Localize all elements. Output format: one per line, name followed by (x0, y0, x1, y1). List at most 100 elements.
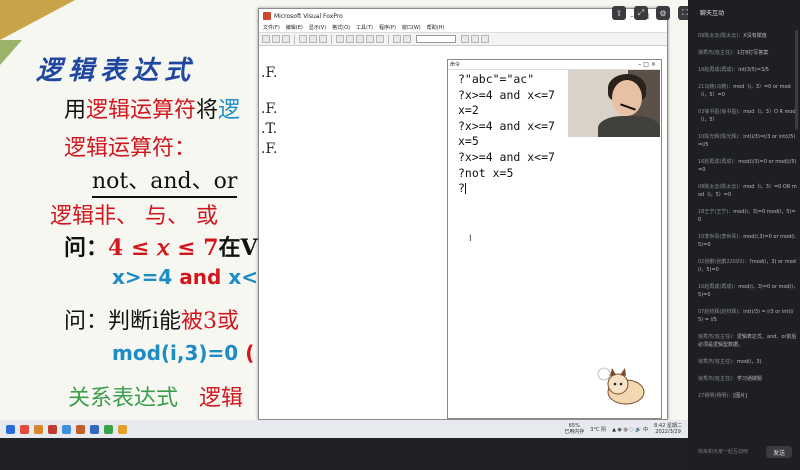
foxpro-app-icon (263, 12, 271, 20)
save-icon[interactable] (282, 35, 290, 43)
menu-tools[interactable]: 工具(T) (356, 24, 373, 31)
help-icon[interactable] (481, 35, 489, 43)
preview-icon[interactable] (309, 35, 317, 43)
database-combo[interactable] (416, 35, 456, 43)
stream-controls: ⇪ ⤢ ⚙ ⛶ (612, 6, 688, 20)
chat-message-text: int(3/5)=3/5 (738, 67, 769, 73)
menu-view[interactable]: 显示(V) (309, 24, 326, 31)
data-session-icon[interactable] (471, 35, 479, 43)
chat-message-list[interactable]: 09陈太云(陈太云)：X没有赋值 徐秀杰(班主任)：1打8打写答案 16赵再成(再成… (698, 32, 798, 409)
new-file-icon[interactable] (262, 35, 270, 43)
slide-text: 关系表达式 (68, 386, 179, 411)
toolbar-separator (388, 34, 389, 44)
chat-message: 03徐书盈(徐书盈)：mod（i，3）O R mod（i，5） (698, 108, 798, 124)
chat-message-text: [图片] (733, 393, 748, 399)
modify-icon[interactable] (403, 35, 411, 43)
menu-help[interactable]: 帮助(H) (427, 24, 445, 31)
taskbar-app-icon[interactable] (90, 424, 99, 434)
memory-label: 已用内存 (564, 429, 585, 435)
paste-icon[interactable] (356, 35, 364, 43)
copy-icon[interactable] (346, 35, 354, 43)
chat-message-user: 16赵再成(再成)： (698, 67, 739, 73)
settings-icon[interactable]: ⚙ (656, 6, 670, 20)
slide-decoration (0, 0, 75, 40)
chat-message-user: 07赵钧辉(赵钧辉)： (698, 309, 744, 315)
slide-text: 逻 (218, 98, 241, 123)
slide-line: 关系表达式 逻辑 (68, 380, 243, 412)
clock[interactable]: 8:42 星期二 2022/3/29 (654, 423, 682, 435)
slide-line: 问：判断i能被3或 (64, 303, 239, 335)
chat-message: 16赵再成(再成)：mod(i/3)=0 or mod(i/5)=0 (698, 158, 798, 174)
chat-message-user: 02张鹏(张鹏22093)： (698, 259, 750, 265)
chat-input[interactable]: 快来和大家一起互动吧 (698, 448, 760, 455)
taskbar-app-icon[interactable] (20, 424, 29, 434)
toolbar-separator (331, 34, 332, 44)
print-icon[interactable] (299, 35, 307, 43)
video-stage: 逻辑表达式 用逻辑运算符将逻 逻辑运算符： not、and、or 逻辑非、 与、… (0, 0, 688, 470)
menu-file[interactable]: 文件(F) (263, 24, 280, 31)
command-line-active[interactable]: ? (458, 181, 661, 197)
clock-date: 2022/3/29 (655, 429, 681, 435)
chat-message: 徐秀杰(班主任)：学习通做题 (698, 375, 798, 383)
menu-edit[interactable]: 编辑(E) (286, 24, 303, 31)
slide-text: 被3或 (181, 309, 240, 334)
chat-message: 27杨明(杨明)：[图片] (698, 392, 798, 400)
window-controls[interactable]: –□× (638, 61, 661, 68)
weather-widget[interactable]: 3°C 阴 (590, 426, 606, 433)
fullscreen-icon[interactable]: ⛶ (678, 6, 688, 20)
open-file-icon[interactable] (272, 35, 280, 43)
foxpro-taskbar-icon[interactable] (76, 424, 85, 434)
chat-message: 16赵再成(再成)：int(3/5)=3/5 (698, 66, 798, 74)
output-value: .T. (261, 121, 278, 137)
chat-message-user: 16赵再成(再成)： (698, 159, 739, 165)
chat-message: 徐秀杰(班主任)：逻辑表达式、and、or前后必须是逻辑型数据。 (698, 333, 798, 349)
tray-icons[interactable]: ▲ ◉ ◍ ◌ 🔊 中 (612, 426, 648, 433)
chat-message: 09陈太云(陈太云)：mod（i，3）=0 OR mod（i，5）=0 (698, 183, 798, 199)
taskbar-app-icon[interactable] (118, 424, 127, 434)
chat-message-user: 10陈光辉(陈光辉)： (698, 134, 744, 140)
chat-message-user: 09陈太云(陈太云)： (698, 33, 744, 39)
redo-icon[interactable] (376, 35, 384, 43)
start-icon[interactable] (6, 424, 15, 434)
vfp-titlebar[interactable]: Microsoft Visual FoxPro – □ × (259, 9, 667, 23)
slide-line: 逻辑运算符： (64, 136, 197, 161)
slide-code: ( (238, 341, 255, 365)
chat-message-user: 09陈太云(陈太云)： (698, 184, 744, 190)
chat-message-text: 学习通做题 (736, 376, 762, 382)
taskbar-app-icon[interactable] (34, 424, 43, 434)
taskbar-app-icon[interactable] (104, 424, 113, 434)
webcam-person-face (612, 80, 642, 116)
send-button[interactable]: 发送 (766, 446, 792, 458)
chat-message: 16赵再成(再成)：mod(i，3)=0 or mod(i，5)=0 (698, 283, 798, 299)
menu-window[interactable]: 窗口(W) (402, 24, 421, 31)
chat-message-user: 徐秀杰(班主任)： (698, 359, 737, 365)
slide-code: x< (221, 265, 258, 289)
memory-indicator[interactable]: 65% 已用内存 (564, 423, 584, 435)
slide-text: 在V (218, 235, 258, 261)
webcam-person-body (598, 116, 660, 137)
chat-message-user: 18王宁(王宁)： (698, 209, 734, 215)
spell-icon[interactable] (319, 35, 327, 43)
vfp-toolbar (259, 33, 667, 46)
slide-math: 4 ≤ 𝑥 ≤ 7 (108, 235, 219, 261)
undo-icon[interactable] (366, 35, 374, 43)
output-value: .F. (261, 101, 278, 117)
share-icon[interactable]: ⇪ (612, 6, 626, 20)
chat-message: 09陈太云(陈太云)：X没有赋值 (698, 32, 798, 40)
chat-message: 徐秀杰(班主任)：1打8打写答案 (698, 49, 798, 57)
command-window-icon[interactable] (461, 35, 469, 43)
cut-icon[interactable] (336, 35, 344, 43)
menu-program[interactable]: 程序(P) (379, 24, 396, 31)
chat-scrollbar[interactable] (795, 30, 798, 130)
taskbar-app-icon[interactable] (48, 424, 57, 434)
chat-message: 徐秀杰(班主任)：mod(i，3) (698, 358, 798, 366)
slide-line: 逻辑非、 与、 或 (50, 204, 218, 229)
menu-format[interactable]: 格式(O) (332, 24, 350, 31)
slide-title: 逻辑表达式 (36, 56, 197, 86)
command-window-titlebar[interactable]: 命令 –□× (448, 60, 661, 70)
run-icon[interactable] (393, 35, 401, 43)
toolbar-separator (294, 34, 295, 44)
taskbar-app-icon[interactable] (62, 424, 71, 434)
slide-text: 将 (196, 98, 219, 123)
expand-icon[interactable]: ⤢ (634, 6, 648, 20)
